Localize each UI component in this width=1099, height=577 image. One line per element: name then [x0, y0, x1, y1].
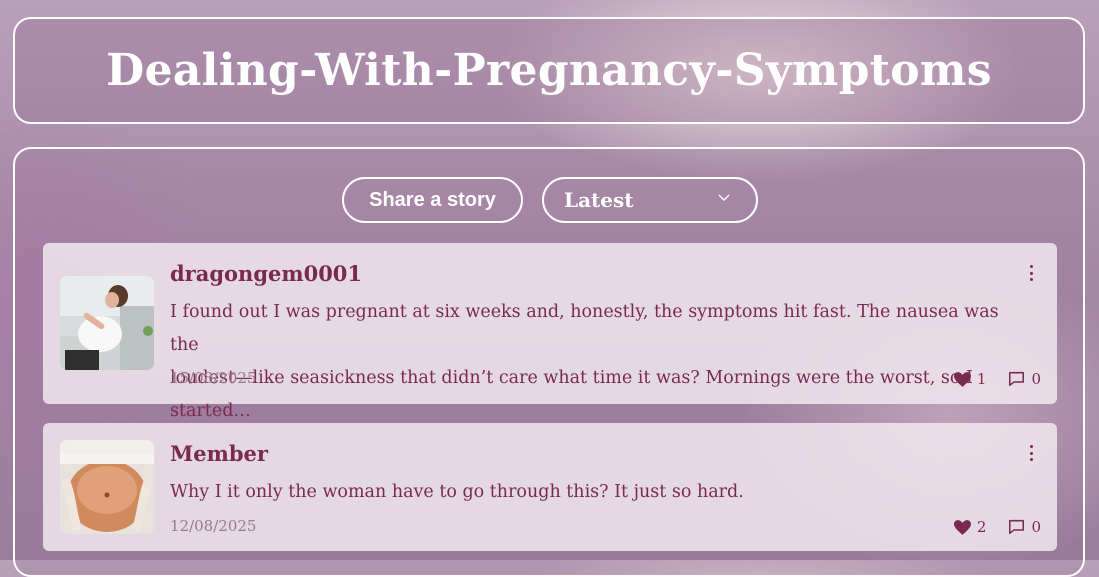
post-thumbnail[interactable] [60, 276, 154, 370]
like-count: 2 [976, 518, 987, 536]
post-date: 12/08/2025 [170, 517, 257, 535]
post-excerpt-line: I found out I was pregnant at six weeks … [170, 302, 999, 355]
comment-count: 0 [1031, 518, 1041, 536]
heart-icon[interactable] [953, 519, 971, 535]
page-title: Dealing-With-Pregnancy-Symptoms [106, 45, 992, 96]
comment-icon[interactable] [1008, 519, 1025, 535]
post-author[interactable]: Member [170, 441, 268, 466]
sort-selected-value: Latest [564, 188, 634, 212]
chevron-down-icon [718, 194, 730, 201]
post-excerpt-line: Why I it only the woman have to go throu… [170, 482, 744, 502]
heart-icon[interactable] [953, 371, 971, 387]
comment-count: 0 [1031, 370, 1041, 388]
more-options-icon[interactable] [1027, 263, 1035, 283]
post-thumbnail[interactable] [60, 440, 154, 534]
like-count: 1 [976, 370, 987, 388]
share-story-button[interactable]: Share a story [342, 177, 523, 223]
post-excerpt-line: loudest—like seasickness that didn’t car… [170, 368, 973, 421]
sort-dropdown[interactable]: Latest [542, 177, 758, 223]
post-author[interactable]: dragongem0001 [170, 261, 362, 286]
post-stats: 2 0 [953, 518, 1041, 536]
post-card[interactable]: dragongem0001 I found out I was pregnant… [43, 243, 1057, 421]
post-card[interactable]: Member Why I it only the woman have to g… [43, 423, 1057, 551]
post-date: 15/08/2025 [170, 369, 257, 387]
more-options-icon[interactable] [1027, 443, 1035, 463]
post-excerpt[interactable]: Why I it only the woman have to go throu… [170, 476, 1030, 509]
comment-icon[interactable] [1008, 371, 1025, 387]
page-header: Dealing-With-Pregnancy-Symptoms [13, 17, 1085, 124]
post-stats: 1 0 [953, 370, 1041, 388]
post-excerpt[interactable]: I found out I was pregnant at six weeks … [170, 296, 1030, 428]
